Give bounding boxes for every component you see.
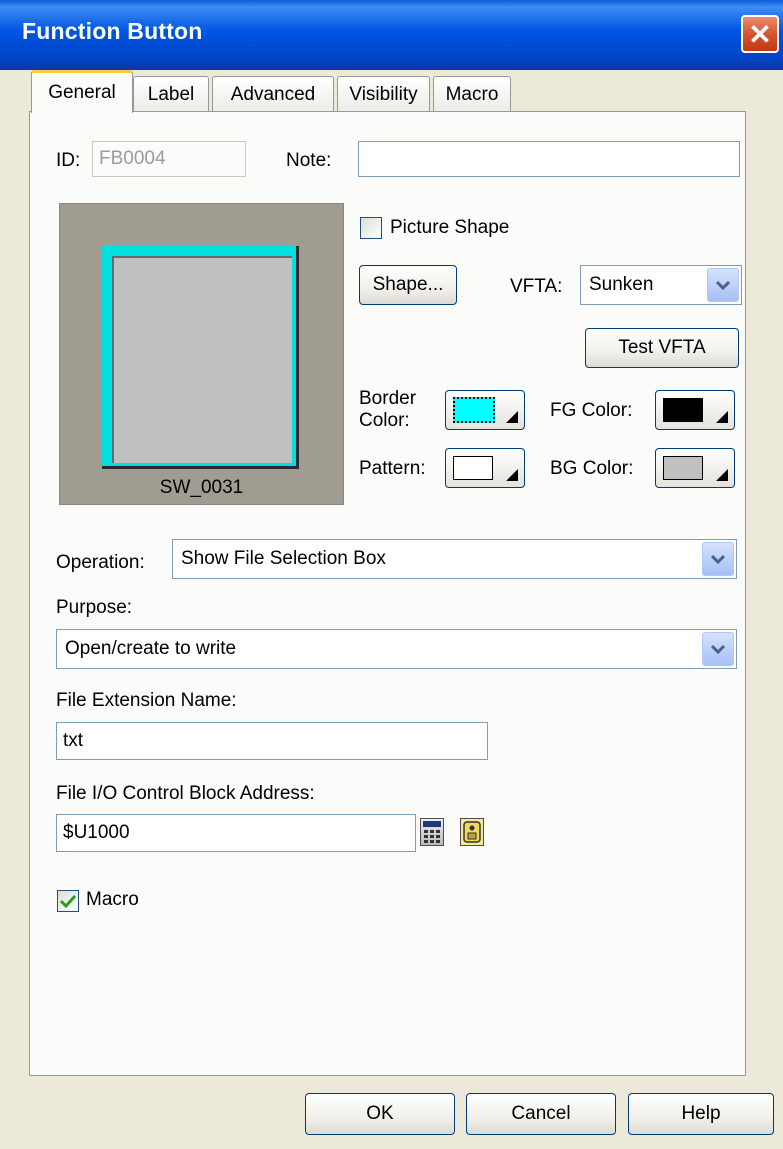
fg-color-label: FG Color: — [550, 400, 633, 421]
test-vfta-button[interactable]: Test VFTA — [585, 328, 739, 368]
dropdown-triangle-icon — [716, 469, 728, 481]
picture-shape-checkbox[interactable] — [360, 217, 382, 239]
checkmark-icon — [60, 894, 76, 908]
cancel-button[interactable]: Cancel — [466, 1093, 616, 1135]
file-extension-field[interactable]: txt — [56, 722, 488, 760]
fg-color-button[interactable] — [655, 390, 735, 430]
macro-label: Macro — [86, 889, 139, 910]
tag-icon[interactable] — [460, 818, 484, 846]
picture-shape-label: Picture Shape — [390, 217, 510, 238]
tab-visibility[interactable]: Visibility — [337, 76, 430, 113]
file-extension-label: File Extension Name: — [56, 690, 237, 711]
bg-color-label: BG Color: — [550, 458, 634, 479]
vfta-value: Sunken — [589, 274, 654, 295]
chevron-down-icon[interactable] — [707, 268, 739, 302]
id-field[interactable]: FB0004 — [92, 141, 246, 177]
help-button[interactable]: Help — [628, 1093, 774, 1135]
close-icon: ✕ — [748, 18, 772, 50]
operation-value: Show File Selection Box — [181, 548, 386, 569]
purpose-select[interactable]: Open/create to write — [56, 629, 737, 669]
tab-advanced[interactable]: Advanced — [212, 76, 334, 113]
purpose-value: Open/create to write — [65, 638, 237, 659]
pattern-label: Pattern: — [359, 458, 426, 479]
tab-label[interactable]: Label — [133, 76, 209, 113]
chevron-down-icon[interactable] — [702, 542, 734, 576]
operation-select[interactable]: Show File Selection Box — [172, 539, 737, 579]
fg-color-swatch — [663, 398, 703, 422]
dropdown-triangle-icon — [506, 469, 518, 481]
file-io-address-field[interactable]: $U1000 — [56, 814, 416, 852]
operation-label: Operation: — [56, 552, 145, 573]
vfta-select[interactable]: Sunken — [580, 265, 742, 305]
border-color-button[interactable] — [445, 390, 525, 430]
file-io-address-label: File I/O Control Block Address: — [56, 783, 315, 804]
calculator-icon[interactable] — [420, 818, 444, 846]
purpose-label: Purpose: — [56, 597, 133, 618]
window-title: Function Button — [22, 18, 203, 44]
tab-macro[interactable]: Macro — [433, 76, 511, 113]
dropdown-triangle-icon — [506, 411, 518, 423]
preview-button-face — [112, 256, 292, 463]
chevron-down-icon[interactable] — [702, 632, 734, 666]
pattern-swatch — [453, 456, 493, 480]
id-label: ID: — [56, 150, 81, 171]
close-button[interactable]: ✕ — [741, 15, 779, 53]
pattern-button[interactable] — [445, 448, 525, 488]
bg-color-button[interactable] — [655, 448, 735, 488]
note-label: Note: — [286, 150, 332, 171]
vfta-label: VFTA: — [510, 276, 563, 297]
note-field[interactable] — [358, 141, 740, 177]
preview-caption: SW_0031 — [159, 477, 244, 498]
tab-general[interactable]: General — [31, 70, 133, 113]
dropdown-triangle-icon — [716, 411, 728, 423]
border-color-swatch — [453, 397, 495, 423]
shape-button[interactable]: Shape... — [359, 265, 457, 305]
ok-button[interactable]: OK — [305, 1093, 455, 1135]
shape-preview: SW_0031 — [59, 203, 344, 505]
bg-color-swatch — [663, 456, 703, 480]
macro-checkbox[interactable] — [57, 890, 79, 912]
border-color-label: Border Color: — [359, 388, 417, 431]
